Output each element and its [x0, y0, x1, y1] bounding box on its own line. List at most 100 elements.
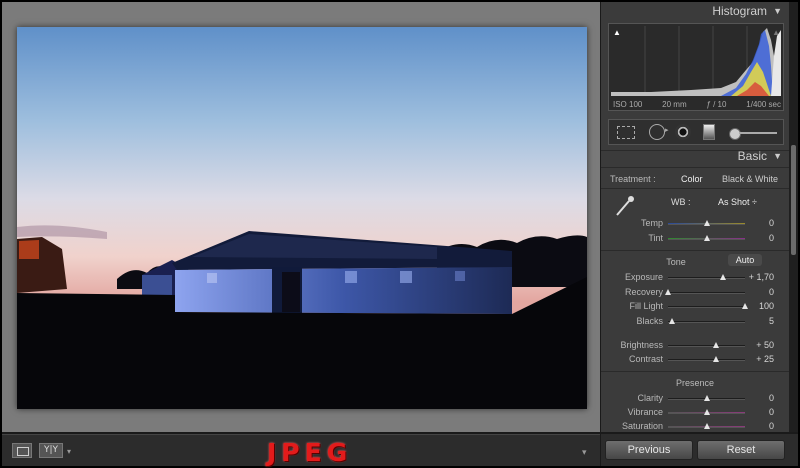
tint-track[interactable] [668, 235, 745, 241]
reset-button[interactable]: Reset [697, 440, 785, 460]
brightness-track[interactable] [668, 342, 745, 348]
recovery-track[interactable] [665, 289, 745, 295]
exposure-label: Exposure [624, 272, 663, 282]
tool-strip [608, 119, 784, 145]
saturation-label: Saturation [621, 421, 663, 431]
white-balance-row: WB : As Shot ÷ [601, 193, 789, 216]
temp-knob[interactable] [703, 220, 710, 226]
develop-right-panel: Histogram ▼ ▲ ▲ ISO 100 20 mm ƒ / 10 1/4… [601, 2, 789, 432]
contrast-knob[interactable] [712, 356, 719, 362]
clarity-knob[interactable] [703, 395, 710, 401]
recovery-value[interactable]: 0 [744, 286, 774, 299]
section-divider [601, 371, 789, 372]
brightness-knob[interactable] [712, 342, 719, 348]
slider-clarity[interactable]: Clarity 0 [601, 392, 789, 405]
treatment-label: Treatment : [610, 174, 656, 184]
fill-light-track[interactable] [668, 303, 748, 309]
tint-knob[interactable] [703, 235, 710, 241]
slider-saturation[interactable]: Saturation 0 [601, 420, 789, 432]
histogram-display: ▲ ▲ ISO 100 20 mm ƒ / 10 1/400 sec [608, 23, 784, 111]
crop-overlay-icon[interactable] [617, 126, 635, 139]
temp-track[interactable] [668, 220, 745, 226]
slider-temp[interactable]: Temp 0 [601, 217, 789, 230]
slider-brightness[interactable]: Brightness + 50 [601, 339, 789, 352]
slider-contrast[interactable]: Contrast + 25 [601, 353, 789, 366]
slider-exposure[interactable]: Exposure + 1,70 [601, 271, 789, 284]
previous-button[interactable]: Previous [605, 440, 693, 460]
fill-light-label: Fill Light [629, 301, 663, 311]
spot-removal-icon[interactable] [649, 124, 669, 140]
bottom-toolbar: Y|Y ▾ JPEG ▾ [2, 434, 600, 467]
saturation-track[interactable] [668, 423, 745, 429]
recovery-knob[interactable] [665, 289, 671, 295]
wb-preset-select[interactable]: As Shot ÷ [718, 193, 757, 211]
slider-tint[interactable]: Tint 0 [601, 232, 789, 245]
iso-value: ISO 100 [613, 100, 643, 109]
basic-title: Basic [737, 149, 767, 163]
photo-preview[interactable] [17, 27, 587, 409]
vibrance-label: Vibrance [627, 407, 663, 417]
jpeg-overlay-label: JPEG [267, 438, 353, 467]
temp-value[interactable]: 0 [744, 217, 774, 230]
clarity-label: Clarity [637, 393, 663, 403]
toolbar-menu-chevron-icon[interactable]: ▾ [582, 447, 587, 458]
contrast-label: Contrast [628, 354, 663, 364]
exposure-knob[interactable] [719, 274, 726, 280]
blacks-knob[interactable] [668, 318, 675, 324]
treatment-row: Treatment : Color Black & White [601, 170, 789, 188]
vibrance-knob[interactable] [703, 409, 710, 415]
focal-length-value: 20 mm [662, 100, 687, 109]
histogram-graph [611, 26, 781, 96]
basic-header[interactable]: Basic ▼ [601, 148, 789, 166]
wb-label: WB : [671, 197, 691, 207]
exif-info-bar: ISO 100 20 mm ƒ / 10 1/400 sec [609, 100, 785, 109]
section-divider [601, 188, 789, 189]
image-canvas [2, 2, 600, 432]
panel-scrollbar[interactable] [789, 2, 798, 432]
vibrance-track[interactable] [668, 409, 745, 415]
slider-vibrance[interactable]: Vibrance 0 [601, 406, 789, 419]
histogram-title: Histogram [712, 4, 767, 18]
exposure-value[interactable]: + 1,70 [744, 271, 774, 284]
treatment-color-option[interactable]: Color [681, 170, 703, 188]
auto-tone-button[interactable]: Auto [728, 254, 762, 266]
histogram-header[interactable]: Histogram ▼ [601, 3, 789, 21]
clarity-value[interactable]: 0 [744, 392, 774, 405]
temp-label: Temp [640, 218, 663, 228]
collapse-triangle-icon[interactable]: ▼ [773, 3, 782, 20]
saturation-knob[interactable] [703, 423, 710, 429]
treatment-bw-option[interactable]: Black & White [722, 170, 778, 188]
aperture-value: ƒ / 10 [706, 100, 727, 109]
brightness-value[interactable]: + 50 [744, 339, 774, 352]
loupe-view-button[interactable] [12, 443, 32, 458]
shutter-speed-value: 1/400 sec [746, 100, 781, 109]
slider-fill-light[interactable]: Fill Light 100 [601, 300, 789, 313]
collapse-triangle-icon[interactable]: ▼ [773, 148, 782, 165]
fill-light-value[interactable]: 100 [744, 300, 774, 313]
eyedropper-icon[interactable] [613, 195, 637, 217]
before-after-button[interactable]: Y|Y [39, 443, 63, 458]
exposure-track[interactable] [668, 274, 745, 280]
blacks-track[interactable] [668, 318, 745, 324]
vibrance-value[interactable]: 0 [744, 406, 774, 419]
section-divider [601, 167, 789, 168]
adjustment-brush-icon[interactable] [729, 128, 777, 140]
scrollbar-thumb[interactable] [791, 145, 796, 255]
graduated-filter-icon[interactable] [703, 124, 715, 140]
slider-blacks[interactable]: Blacks 5 [601, 315, 789, 328]
contrast-value[interactable]: + 25 [744, 353, 774, 366]
tint-value[interactable]: 0 [744, 232, 774, 245]
slider-recovery[interactable]: Recovery 0 [601, 286, 789, 299]
red-eye-icon[interactable] [675, 124, 691, 140]
tint-label: Tint [648, 233, 663, 243]
presence-label: Presence [675, 378, 715, 388]
blacks-value[interactable]: 5 [744, 315, 774, 328]
clarity-track[interactable] [668, 395, 745, 401]
contrast-track[interactable] [668, 356, 745, 362]
saturation-value[interactable]: 0 [744, 420, 774, 432]
section-divider [601, 250, 789, 251]
brightness-label: Brightness [620, 340, 663, 350]
blacks-label: Blacks [636, 316, 663, 326]
panel-button-bar: Previous Reset [601, 434, 798, 466]
view-options-chevron-icon[interactable]: ▾ [67, 447, 71, 456]
